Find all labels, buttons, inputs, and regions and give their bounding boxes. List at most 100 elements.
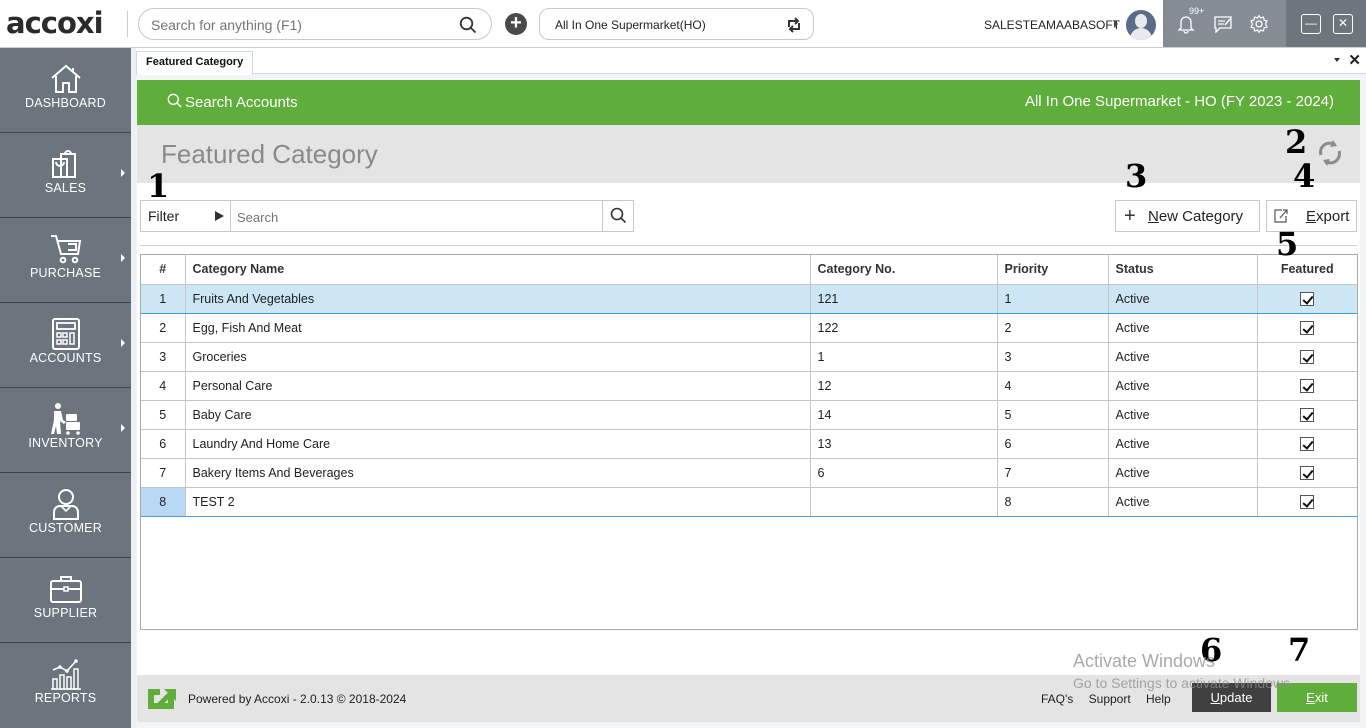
featured-checkbox[interactable] [1300,320,1315,335]
sidebar-label: INVENTORY [28,436,103,450]
user-menu-caret-icon[interactable] [1114,20,1118,28]
category-no[interactable]: 122 [810,313,998,343]
status[interactable]: Active [1108,284,1258,314]
faqs-link[interactable]: FAQ's [1041,692,1073,706]
featured-checkbox[interactable] [1300,465,1315,480]
status[interactable]: Active [1108,458,1258,488]
help-link[interactable]: Help [1146,692,1171,706]
sidebar-item-inventory[interactable]: INVENTORY [0,388,131,473]
featured-checkbox[interactable] [1300,436,1315,451]
column-header-status[interactable]: Status [1108,255,1258,285]
column-header-priority[interactable]: Priority [997,255,1109,285]
column-header-category-no[interactable]: Category No. [810,255,998,285]
tab-featured-category[interactable]: Featured Category [136,51,254,75]
new-category-button[interactable]: + New Category [1115,200,1260,232]
add-button[interactable]: + [505,13,527,35]
gear-icon[interactable] [1249,14,1269,39]
table-row[interactable]: 4 Personal Care 12 4 Active [141,371,1357,401]
category-name[interactable]: Fruits And Vegetables [185,284,811,314]
table-row[interactable]: 6 Laundry And Home Care 13 6 Active [141,429,1357,459]
featured-checkbox[interactable] [1300,407,1315,422]
status[interactable]: Active [1108,429,1258,459]
filter-button[interactable]: Filter [141,201,231,231]
category-name[interactable]: Personal Care [185,371,811,401]
category-no[interactable]: 13 [810,429,998,459]
table-row[interactable]: 2 Egg, Fish And Meat 122 2 Active [141,313,1357,343]
sidebar-item-sales[interactable]: SALES [0,133,131,218]
inventory-icon [48,402,84,436]
column-header-featured[interactable]: Featured [1257,255,1357,285]
priority[interactable]: 6 [997,429,1109,459]
featured-checkbox[interactable] [1300,378,1315,393]
table-row[interactable]: 8 TEST 2 8 Active [141,486,1357,517]
priority[interactable]: 7 [997,458,1109,488]
featured-checkbox[interactable] [1300,349,1315,364]
sidebar-item-reports[interactable]: REPORTS [0,643,131,728]
status[interactable]: Active [1108,486,1258,517]
sidebar-item-purchase[interactable]: PURCHASE [0,218,131,303]
home-icon [48,62,84,96]
status[interactable]: Active [1108,400,1258,430]
category-name[interactable]: TEST 2 [185,486,811,517]
category-name[interactable]: Laundry And Home Care [185,429,811,459]
bell-icon[interactable] [1177,14,1195,39]
watermark-subtitle: Go to Settings to activate Windows. [1073,675,1294,691]
sidebar-item-customer[interactable]: CUSTOMER [0,473,131,558]
status[interactable]: Active [1108,313,1258,343]
minimize-icon: — [1305,16,1317,30]
switch-branch-icon[interactable] [785,16,803,39]
table-row[interactable]: 5 Baby Care 14 5 Active [141,400,1357,430]
category-name[interactable]: Bakery Items And Beverages [185,458,811,488]
table-header-row: # Category Name Category No. Priority St… [141,255,1357,285]
notification-badge: 99+ [1189,6,1205,16]
featured-checkbox[interactable] [1300,494,1315,509]
status[interactable]: Active [1108,371,1258,401]
priority[interactable]: 2 [997,313,1109,343]
category-no[interactable]: 14 [810,400,998,430]
close-window-button[interactable]: ✕ [1333,14,1353,34]
category-no[interactable]: 12 [810,371,998,401]
minimize-button[interactable]: — [1301,14,1321,34]
search-icon[interactable] [459,16,477,39]
sidebar-label: CUSTOMER [29,521,102,535]
priority[interactable]: 4 [997,371,1109,401]
table-row[interactable]: 7 Bakery Items And Beverages 6 7 Active [141,458,1357,488]
close-icon: ✕ [1337,16,1349,30]
sidebar-item-supplier[interactable]: SUPPLIER [0,558,131,643]
global-search-input[interactable] [151,15,451,35]
submenu-arrow-icon [121,254,125,262]
row-number: 1 [141,284,186,314]
category-name[interactable]: Egg, Fish And Meat [185,313,811,343]
global-search[interactable] [138,8,492,40]
refresh-icon[interactable] [1316,137,1344,174]
column-header-category-name[interactable]: Category Name [185,255,811,285]
user-name[interactable]: SALESTEAMAABASOFT [984,18,1120,32]
category-name[interactable]: Groceries [185,342,811,372]
featured-checkbox[interactable] [1300,291,1315,306]
priority[interactable]: 3 [997,342,1109,372]
search-input[interactable] [237,207,597,227]
priority[interactable]: 1 [997,284,1109,314]
priority[interactable]: 5 [997,400,1109,430]
category-name[interactable]: Baby Care [185,400,811,430]
sidebar-item-dashboard[interactable]: DASHBOARD [0,48,131,133]
close-tab-icon[interactable]: ✕ [1348,51,1361,69]
table-row[interactable]: 3 Groceries 1 3 Active [141,342,1357,372]
new-category-label: New Category [1148,208,1244,225]
sidebar-item-accounts[interactable]: ACCOUNTS [0,303,131,388]
tab-list-dropdown-icon[interactable] [1334,58,1340,62]
avatar[interactable] [1126,10,1156,40]
table-row[interactable]: 1 Fruits And Vegetables 121 1 Active [141,284,1357,314]
category-no[interactable]: 6 [810,458,998,488]
category-no[interactable] [810,486,998,517]
support-link[interactable]: Support [1089,692,1131,706]
search-accounts-button[interactable]: Search Accounts [167,93,298,112]
search-button[interactable] [602,201,633,231]
status[interactable]: Active [1108,342,1258,372]
priority[interactable]: 8 [997,486,1109,517]
column-header-number[interactable]: # [141,255,186,285]
message-icon[interactable] [1213,14,1233,39]
branch-selector[interactable]: All In One Supermarket(HO) [539,8,814,40]
category-no[interactable]: 1 [810,342,998,372]
category-no[interactable]: 121 [810,284,998,314]
